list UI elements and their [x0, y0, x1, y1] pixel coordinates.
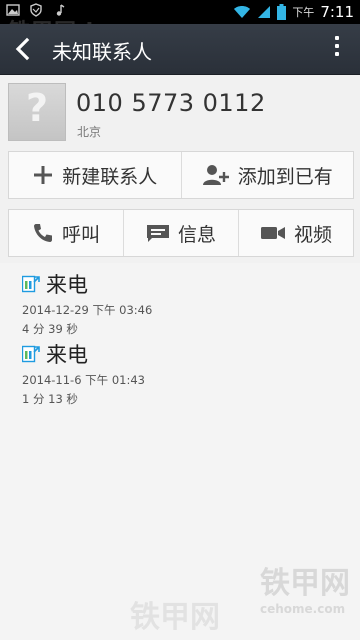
- message-label: 信息: [177, 223, 216, 246]
- status-right: 下午 7:11: [233, 0, 354, 24]
- video-label: 视频: [293, 223, 332, 246]
- call-type-row: 来电: [22, 339, 145, 369]
- add-person-icon: [202, 165, 229, 185]
- overflow-dot: [335, 44, 339, 48]
- call-label: 呼叫: [61, 223, 100, 246]
- add-to-existing-button[interactable]: 添加到已有: [181, 152, 353, 198]
- status-bar: 铁甲网 ieme.com 下午 7:11: [0, 0, 360, 45]
- music-icon: [56, 4, 65, 16]
- wifi-icon: [234, 6, 251, 18]
- communication-actions: 呼叫 信息 视频: [8, 209, 354, 257]
- video-call-button[interactable]: 视频: [239, 210, 353, 256]
- back-button[interactable]: [8, 34, 38, 64]
- signal-icon: [258, 6, 271, 18]
- call-log-item[interactable]: 来电 2014-11-6 下午 01:43 1 分 13 秒: [22, 339, 145, 407]
- new-contact-button[interactable]: 新建联系人: [9, 152, 182, 198]
- add-to-existing-label: 添加到已有: [237, 165, 333, 188]
- status-time: 7:11: [320, 3, 354, 21]
- call-type: 来电: [46, 343, 88, 367]
- incoming-call-icon: [22, 275, 40, 293]
- call-duration: 1 分 13 秒: [22, 392, 78, 406]
- call-log-item[interactable]: 来电 2014-12-29 下午 03:46 4 分 39 秒: [22, 269, 152, 337]
- notification-icons: [6, 3, 66, 17]
- video-icon: [260, 227, 285, 239]
- number-location: 北京: [77, 125, 102, 139]
- call-button[interactable]: 呼叫: [9, 210, 124, 256]
- contact-header: ? 010 5773 0112 北京: [0, 75, 360, 145]
- new-contact-label: 新建联系人: [62, 165, 158, 188]
- status-ampm: 下午: [292, 6, 315, 19]
- phone-number: 010 5773 0112: [76, 89, 266, 117]
- back-arrow-icon: [15, 37, 30, 61]
- call-type: 来电: [46, 273, 88, 297]
- shield-icon: [30, 3, 42, 17]
- call-log: 来电 2014-12-29 下午 03:46 4 分 39 秒 来电 2014-…: [0, 263, 360, 640]
- message-icon: [146, 225, 169, 242]
- call-type-row: 来电: [22, 269, 152, 299]
- overflow-dot: [335, 52, 339, 56]
- overflow-menu-button[interactable]: [332, 36, 342, 62]
- action-bar: 未知联系人: [0, 24, 360, 75]
- incoming-call-icon: [22, 345, 40, 363]
- call-date: 2014-12-29 下午 03:46: [22, 303, 153, 317]
- call-duration: 4 分 39 秒: [22, 322, 78, 336]
- battery-icon: [277, 4, 287, 20]
- image-notification-icon: [6, 4, 20, 16]
- phone-icon: [33, 224, 52, 242]
- overflow-menu-icon: [335, 36, 339, 40]
- contact-actions: 新建联系人 添加到已有: [8, 151, 354, 199]
- page-title: 未知联系人: [52, 40, 152, 64]
- avatar[interactable]: ?: [8, 83, 66, 141]
- unknown-contact-icon: ?: [25, 86, 49, 130]
- call-date: 2014-11-6 下午 01:43: [22, 373, 145, 387]
- plus-icon: [34, 166, 53, 184]
- message-button[interactable]: 信息: [124, 210, 239, 256]
